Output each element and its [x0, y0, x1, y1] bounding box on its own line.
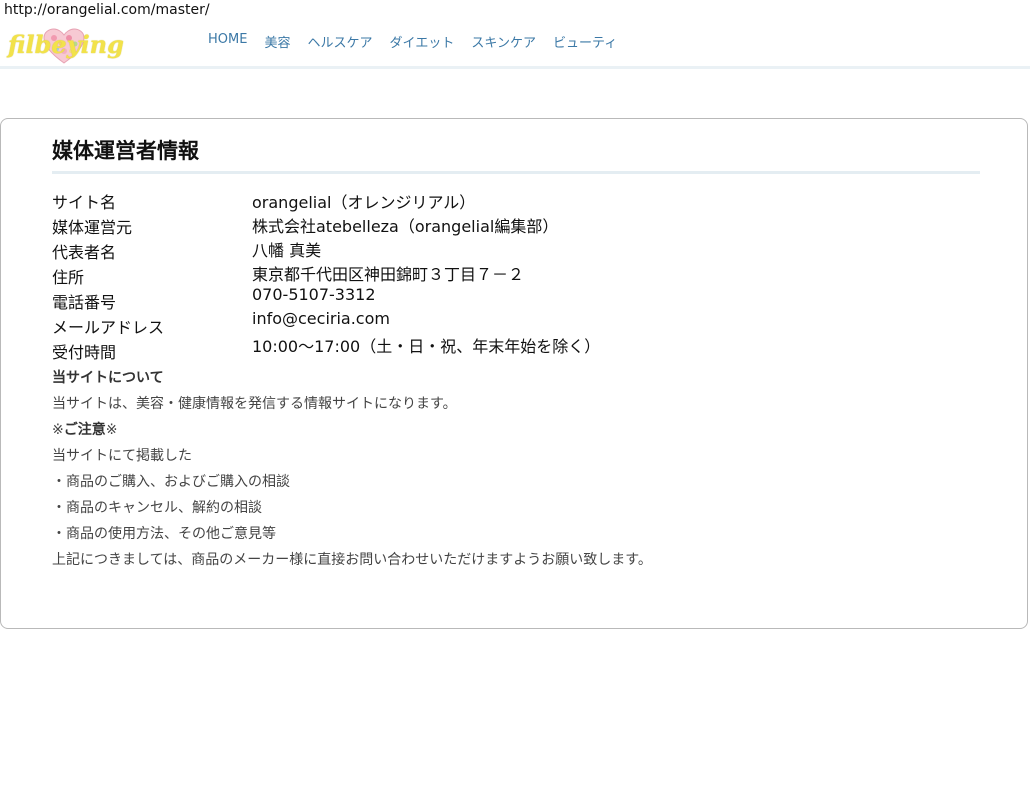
operator-info-card: 媒体運営者情報 サイト名 orangelial（オレンジリアル） 媒体運営元 株… — [0, 118, 1028, 629]
nav-item-beauty[interactable]: 美容 — [264, 32, 290, 51]
about-text: 当サイトは、美容・健康情報を発信する情報サイトになります。 — [52, 396, 457, 412]
list-item: ・商品の使用方法、その他ご意見等 — [52, 526, 276, 542]
info-label: 媒体運営元 — [52, 218, 133, 237]
info-value: 東京都千代田区神田錦町３丁目７－２ — [252, 265, 525, 284]
info-label: 住所 — [52, 268, 85, 287]
nav-item-skincare[interactable]: スキンケア — [471, 32, 536, 51]
info-value: 八幡 真美 — [252, 241, 322, 260]
list-item: ・商品のキャンセル、解約の相談 — [52, 500, 262, 516]
nav-item-diet[interactable]: ダイエット — [389, 32, 454, 51]
site-notes: 当サイトについて 当サイトは、美容・健康情報を発信する情報サイトになります。 ※… — [52, 365, 652, 573]
caution-heading: ご注意 — [63, 422, 106, 438]
closing-text: 上記につきましては、商品のメーカー様に直接お問い合わせいただけますようお願い致し… — [52, 552, 652, 568]
info-value: 株式会社atebelleza（orangelial編集部） — [252, 217, 559, 236]
nav-item-beauty-2[interactable]: ビューティ — [553, 32, 617, 51]
info-label: 代表者名 — [52, 243, 117, 262]
caution-mark: ※ — [52, 422, 64, 438]
nav-item-healthcare[interactable]: ヘルスケア — [307, 32, 372, 51]
title-divider — [52, 171, 980, 174]
logo-text: filbeying — [8, 30, 124, 59]
page-title: 媒体運営者情報 — [52, 139, 199, 163]
email-link[interactable]: info@ceciria.com — [252, 309, 390, 328]
list-item: ・商品のご購入、およびご購入の相談 — [52, 474, 290, 490]
info-label: サイト名 — [52, 193, 117, 212]
site-logo[interactable]: filbeying — [6, 24, 124, 66]
caution-mark: ※ — [105, 422, 118, 438]
info-label: 受付時間 — [52, 343, 117, 362]
info-label: 電話番号 — [52, 293, 117, 312]
url-text: http://orangelial.com/master/ — [4, 2, 210, 18]
site-header: filbeying HOME 美容 ヘルスケア ダイエット スキンケア ビューテ… — [0, 22, 1030, 69]
about-heading: 当サイトについて — [52, 370, 164, 386]
caution-heading-line: ※ご注意※ — [52, 417, 652, 443]
posted-intro: 当サイトにて掲載した — [52, 448, 192, 464]
info-value: 070-5107-3312 — [252, 285, 376, 304]
info-value: orangelial（オレンジリアル） — [252, 193, 476, 212]
main-nav: HOME 美容 ヘルスケア ダイエット スキンケア ビューティ — [208, 32, 634, 51]
nav-item-home[interactable]: HOME — [208, 32, 247, 51]
info-value: 10:00～17:00（土・日・祝、年末年始を除く） — [252, 337, 601, 356]
info-label: メールアドレス — [52, 318, 165, 337]
